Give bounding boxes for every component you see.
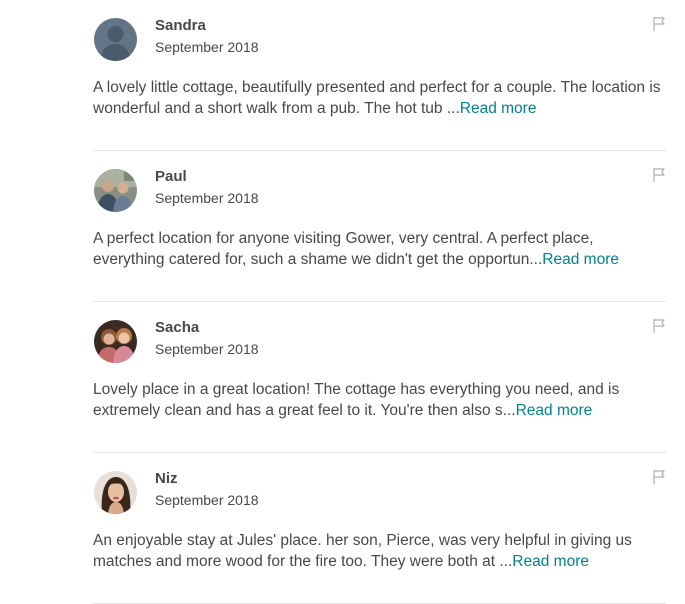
- review-date: September 2018: [155, 190, 259, 206]
- default-avatar-icon: [94, 18, 137, 61]
- review-date: September 2018: [155, 492, 259, 508]
- reviews-list: Sandra September 2018 A lovely little co…: [93, 0, 666, 604]
- read-more-link[interactable]: Read more: [460, 100, 537, 117]
- review-item: Niz September 2018 An enjoyable stay at …: [93, 453, 666, 604]
- avatar[interactable]: [94, 320, 137, 363]
- review-body: A lovely little cottage, beautifully pre…: [93, 79, 661, 117]
- flag-icon[interactable]: [651, 469, 667, 485]
- review-text: An enjoyable stay at Jules' place. her s…: [93, 530, 666, 572]
- photo-avatar-icon: [94, 320, 137, 363]
- review-date: September 2018: [155, 39, 259, 55]
- review-item: Paul September 2018 A perfect location f…: [93, 151, 666, 302]
- review-text: A lovely little cottage, beautifully pre…: [93, 77, 666, 119]
- avatar[interactable]: [94, 471, 137, 514]
- review-header: Niz September 2018: [93, 469, 666, 515]
- review-text: Lovely place in a great location! The co…: [93, 379, 666, 421]
- review-item: Sandra September 2018 A lovely little co…: [93, 0, 666, 151]
- read-more-link[interactable]: Read more: [542, 251, 619, 268]
- photo-avatar-icon: [94, 169, 137, 212]
- review-header: Sacha September 2018: [93, 318, 666, 364]
- review-item: Sacha September 2018 Lovely place in a g…: [93, 302, 666, 453]
- review-header: Paul September 2018: [93, 167, 666, 213]
- review-body: A perfect location for anyone visiting G…: [93, 230, 594, 268]
- read-more-link[interactable]: Read more: [516, 402, 593, 419]
- flag-icon[interactable]: [651, 318, 667, 334]
- review-date: September 2018: [155, 341, 259, 357]
- avatar[interactable]: [94, 18, 137, 61]
- flag-icon[interactable]: [651, 16, 667, 32]
- reviewer-name[interactable]: Sandra: [155, 17, 206, 35]
- review-header: Sandra September 2018: [93, 16, 666, 62]
- reviewer-name[interactable]: Sacha: [155, 319, 199, 337]
- review-text: A perfect location for anyone visiting G…: [93, 228, 666, 270]
- reviewer-name[interactable]: Niz: [155, 470, 178, 488]
- photo-avatar-icon: [94, 471, 137, 514]
- reviewer-name[interactable]: Paul: [155, 168, 187, 186]
- flag-icon[interactable]: [651, 167, 667, 183]
- avatar[interactable]: [94, 169, 137, 212]
- read-more-link[interactable]: Read more: [512, 553, 589, 570]
